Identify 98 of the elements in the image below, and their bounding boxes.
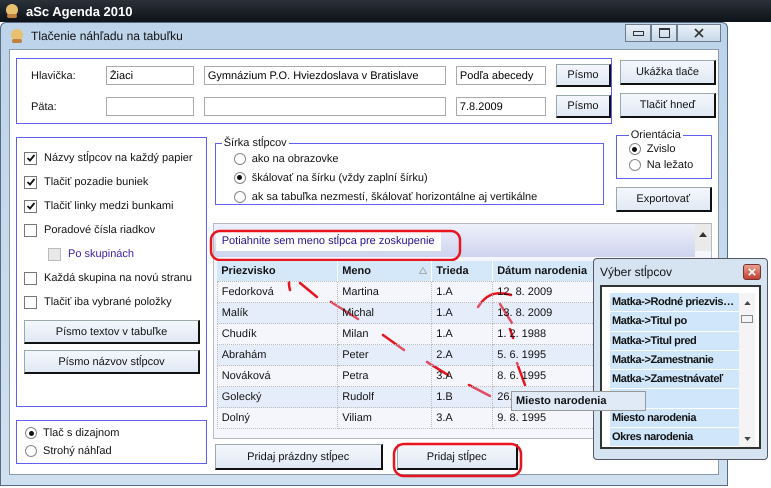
- radio-label: Strohý náhľad: [43, 445, 112, 457]
- radio-button[interactable]: [234, 152, 246, 164]
- close-button[interactable]: [743, 264, 761, 280]
- print-button[interactable]: Ukážka tlače: [620, 60, 716, 85]
- column-item[interactable]: Okres narodenia: [610, 428, 739, 447]
- column-item[interactable]: Matka->Rodné priezvis…: [610, 293, 739, 312]
- scrollbar[interactable]: [695, 224, 711, 251]
- checkbox[interactable]: [24, 224, 37, 236]
- radio-label: Zvislo: [646, 143, 676, 155]
- checkbox-label: Názvy stĺpcov na každý papier: [44, 152, 193, 164]
- app-title: aSc Agenda 2010: [26, 4, 132, 18]
- checkbox[interactable]: [24, 272, 37, 284]
- sort-icon: [419, 267, 428, 274]
- radio-button[interactable]: [234, 190, 246, 202]
- checkbox-label: Tlačiť pozadie buniek: [44, 176, 148, 188]
- annotation-stroke: [468, 384, 492, 398]
- group-title: Šírka stĺpcov: [222, 137, 288, 149]
- group-hint: Potiahnite sem meno stĺpca pre zoskupenie: [216, 230, 441, 250]
- app-icon: [4, 3, 20, 19]
- table-cell: Dolný: [217, 408, 338, 428]
- checkbox[interactable]: [24, 176, 37, 188]
- column-item[interactable]: Miesto narodenia: [610, 408, 739, 428]
- radio-label: škálovať na šírku (vždy zaplní šírku): [252, 172, 428, 184]
- text-field[interactable]: [204, 97, 446, 116]
- table-cell: 1.A: [432, 282, 493, 302]
- scroll-up-icon: [744, 301, 750, 305]
- checkbox[interactable]: [24, 152, 37, 164]
- radio-label: Tlač s dizajnom: [43, 427, 120, 439]
- checkbox[interactable]: [24, 200, 37, 212]
- print-button[interactable]: Tlačiť hneď: [620, 93, 716, 118]
- table-cell: Petra: [338, 366, 432, 386]
- column-header[interactable]: Meno: [338, 261, 432, 282]
- table-cell: 3.A: [432, 366, 493, 386]
- dialog-title: Tlačenie náhľadu na tabuľku: [31, 29, 183, 43]
- dragged-column: Miesto narodenia: [511, 391, 646, 411]
- checkbox-label: Poradové čísla riadkov: [44, 224, 156, 236]
- checkbox-label: Tlačiť iba vybrané položky: [44, 296, 172, 308]
- font-button[interactable]: Písmo textov v tabuľke: [24, 320, 200, 344]
- column-header[interactable]: Trieda: [432, 261, 493, 282]
- checkbox[interactable]: [24, 296, 37, 308]
- column-item[interactable]: Matka->Zamestnávateľ: [610, 370, 739, 390]
- checkbox-label: Po skupinách: [68, 248, 134, 260]
- column-header[interactable]: Priezvisko: [217, 261, 338, 282]
- add-column-button[interactable]: Pridaj stĺpec: [396, 444, 518, 470]
- scroll-thumb[interactable]: [741, 315, 753, 323]
- table-cell: 1.A: [432, 302, 493, 324]
- close-icon: [748, 268, 756, 276]
- scrollbar[interactable]: [739, 293, 755, 447]
- table-cell: Golecký: [217, 386, 338, 408]
- field-label: Päta:: [31, 100, 58, 112]
- export-button[interactable]: Exportovať: [616, 187, 712, 212]
- radio-button[interactable]: [25, 445, 37, 457]
- window-title: Výber stĺpcov: [600, 265, 672, 279]
- table-cell: Milan: [338, 324, 432, 344]
- font-button[interactable]: Písmo: [556, 95, 611, 118]
- radio-button[interactable]: [628, 159, 641, 171]
- radio-label: ak sa tabuľka nezmestí, škálovať horizontálne aj vertikálne: [252, 190, 538, 202]
- table-cell: 1.B: [432, 386, 493, 408]
- text-field[interactable]: 7.8.2009: [456, 97, 546, 116]
- column-item[interactable]: Matka->Zamestnanie: [610, 350, 739, 370]
- text-field[interactable]: Podľa abecedy: [456, 66, 546, 85]
- table-cell: Peter: [338, 344, 432, 366]
- text-field[interactable]: Gymnázium P.O. Hviezdoslava v Bratislave: [204, 66, 446, 85]
- checkbox-label: Každá skupina na novú stranu: [44, 272, 192, 284]
- table-cell: Malík: [217, 302, 338, 324]
- minimize-button[interactable]: [625, 24, 651, 42]
- annotation-stroke: [298, 282, 318, 298]
- column-item[interactable]: Matka->Titul pred: [610, 332, 739, 351]
- annotation-stroke: [382, 334, 406, 352]
- radio-button[interactable]: [25, 427, 37, 439]
- table-cell: Chudík: [217, 324, 338, 344]
- table-cell: Martina: [338, 282, 432, 302]
- scroll-down-icon: [744, 437, 750, 441]
- radio-button[interactable]: [234, 172, 246, 184]
- table-cell: Rudolf: [338, 386, 432, 408]
- scroll-up-icon: [699, 232, 707, 237]
- close-icon: [694, 28, 704, 38]
- font-button[interactable]: Písmo názvov stĺpcov: [24, 350, 200, 374]
- field-label: Hlavička:: [31, 70, 77, 82]
- table-cell: Nováková: [217, 366, 338, 386]
- maximize-button[interactable]: [651, 24, 677, 42]
- checkbox-label: Tlačiť linky medzi bunkami: [44, 200, 174, 212]
- radio-label: ako na obrazovke: [252, 152, 339, 164]
- text-field[interactable]: [106, 97, 194, 116]
- radio-label: Na ležato: [646, 159, 694, 171]
- close-button[interactable]: [677, 24, 721, 42]
- font-button[interactable]: Písmo: [556, 64, 611, 87]
- table-cell: Viliam: [338, 408, 432, 428]
- table-cell: Abrahám: [217, 344, 338, 366]
- table-cell: Fedorková: [217, 282, 338, 302]
- table-cell: 2.A: [432, 344, 493, 366]
- dialog-icon: [9, 28, 25, 44]
- table-cell: 1.A: [432, 324, 493, 344]
- table-cell: 3.A: [432, 408, 493, 428]
- radio-button[interactable]: [628, 143, 641, 155]
- column-item[interactable]: Matka->Titul po: [610, 312, 739, 332]
- add-column-button[interactable]: Pridaj prázdny stĺpec: [214, 444, 383, 470]
- group-title: Orientácia: [630, 129, 682, 141]
